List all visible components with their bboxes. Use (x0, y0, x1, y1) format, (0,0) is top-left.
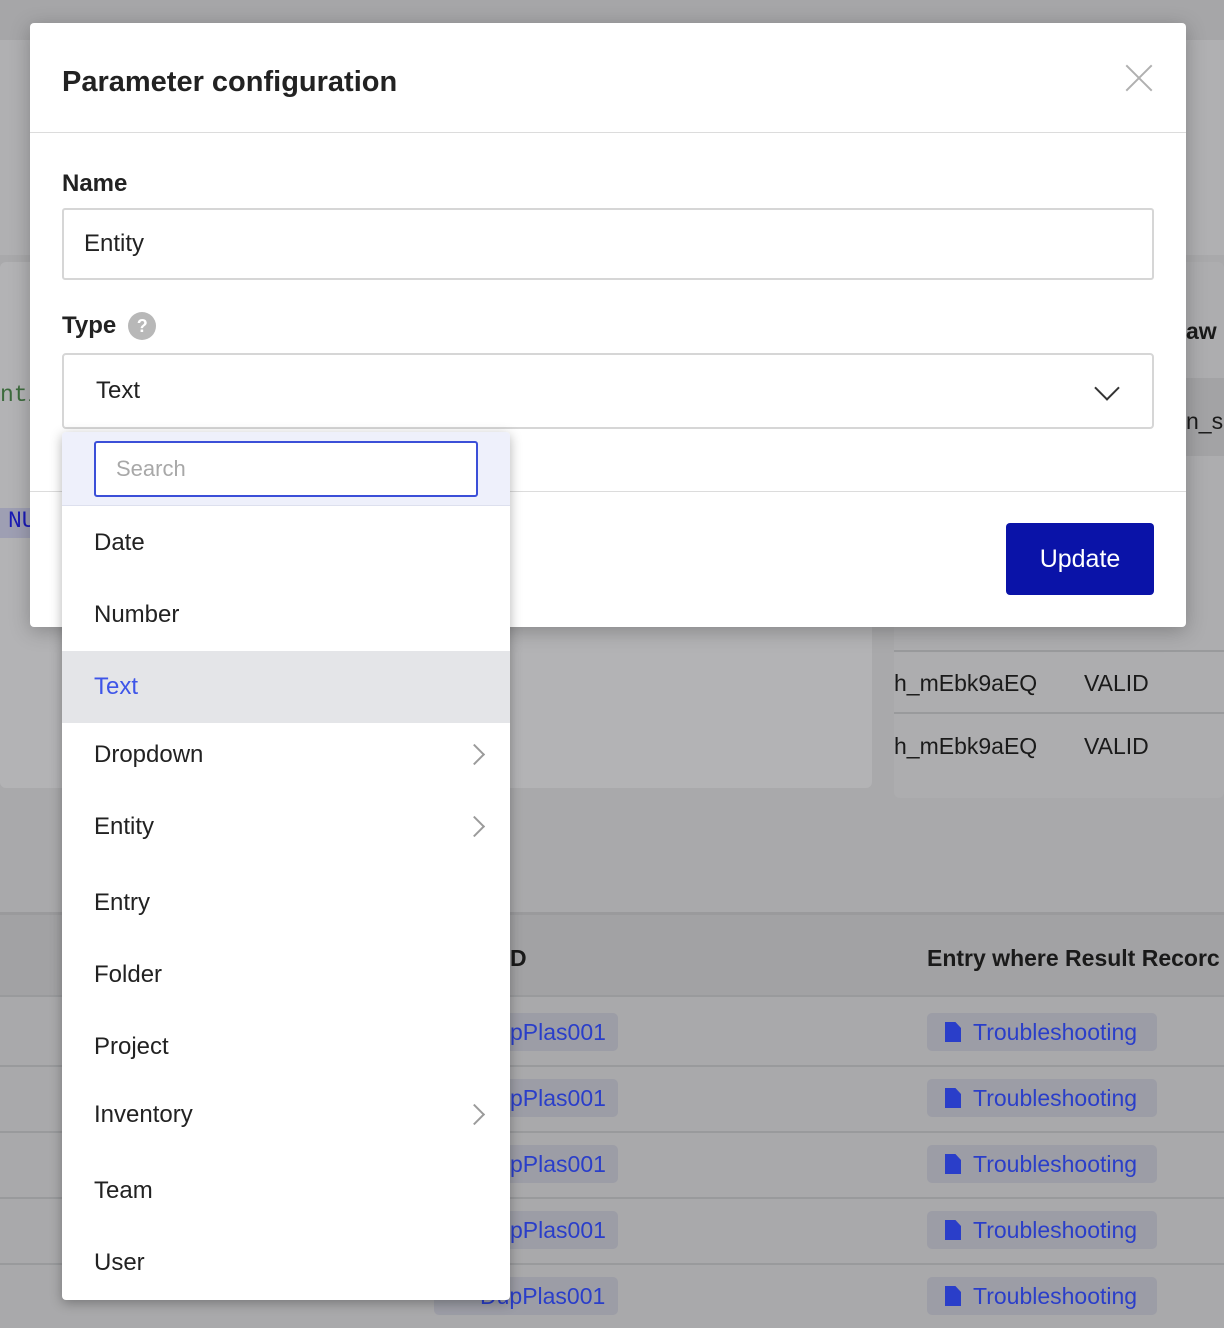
bg-entry-link: Troubleshooting (973, 1018, 1138, 1045)
option-label: Text (94, 673, 139, 700)
option-label: Folder (94, 961, 163, 988)
bg-entry-link: Troubleshooting (973, 1150, 1138, 1177)
help-icon[interactable]: ? (128, 312, 157, 340)
chevron-right-icon (463, 1103, 486, 1126)
update-button[interactable]: Update (1006, 523, 1154, 595)
bg-entry-link: Troubleshooting (973, 1216, 1138, 1243)
name-input[interactable] (62, 208, 1154, 280)
option-label: Date (94, 529, 145, 556)
chevron-right-icon (463, 743, 486, 766)
dropdown-option-team[interactable]: Team (62, 1155, 510, 1227)
dropdown-option-inventory[interactable]: Inventory (62, 1079, 510, 1151)
option-label: Entry (94, 889, 151, 916)
modal-title: Parameter configuration (62, 66, 398, 98)
bg-entry-chip: Troubleshooting (927, 1277, 1157, 1315)
type-label: Type (62, 312, 117, 339)
type-dropdown-menu: Date Number Text Dropdown Entity Entry F… (62, 432, 510, 1300)
dropdown-option-folder[interactable]: Folder (62, 939, 510, 1011)
bg-row-divider (894, 650, 1224, 652)
bg-entry-link: Troubleshooting (973, 1084, 1138, 1111)
close-icon[interactable] (1124, 63, 1154, 93)
bg-id-header-fragment: D (510, 945, 527, 971)
option-label: Dropdown (94, 741, 204, 768)
document-icon (945, 1154, 961, 1174)
dropdown-option-text[interactable]: Text (62, 651, 510, 723)
dropdown-option-project[interactable]: Project (62, 1011, 510, 1083)
name-label: Name (62, 170, 128, 197)
bg-row-id: h_mEbk9aEQ (894, 670, 1038, 696)
dropdown-option-entry[interactable]: Entry (62, 867, 510, 939)
document-icon (945, 1220, 961, 1240)
bg-cell-fragment: n_s (1186, 408, 1224, 434)
bg-entry-chip: Troubleshooting (927, 1013, 1157, 1051)
type-select[interactable]: Text (62, 353, 1154, 429)
dropdown-option-date[interactable]: Date (62, 507, 510, 579)
bg-entry-header: Entry where Result Recorc (927, 945, 1220, 971)
bg-entry-chip: Troubleshooting (927, 1211, 1157, 1249)
option-label: Project (94, 1033, 169, 1060)
bg-row-status: VALID (1084, 733, 1149, 759)
type-label-row: Type ? (62, 312, 157, 340)
chevron-down-icon (1094, 375, 1120, 401)
dropdown-option-dropdown[interactable]: Dropdown (62, 719, 510, 791)
bg-row-divider (894, 712, 1224, 714)
document-icon (945, 1022, 961, 1042)
bg-row-status: VALID (1084, 670, 1149, 696)
document-icon (945, 1088, 961, 1108)
option-label: Inventory (94, 1101, 193, 1128)
option-label: Team (94, 1177, 153, 1204)
bg-null-fragment: NU (0, 508, 36, 538)
dropdown-search-input[interactable] (94, 441, 478, 497)
bg-raw-header-fragment: aw (1186, 318, 1217, 344)
dropdown-search-area (62, 432, 510, 506)
dropdown-option-number[interactable]: Number (62, 579, 510, 651)
bg-entry-chip: Troubleshooting (927, 1145, 1157, 1183)
bg-entry-chip: Troubleshooting (927, 1079, 1157, 1117)
bg-row-id: h_mEbk9aEQ (894, 733, 1038, 759)
chevron-right-icon (463, 815, 486, 838)
option-label: Number (94, 601, 180, 628)
option-label: Entity (94, 813, 155, 840)
document-icon (945, 1286, 961, 1306)
bg-entry-link: Troubleshooting (973, 1282, 1138, 1309)
dropdown-option-user[interactable]: User (62, 1227, 510, 1299)
type-select-value: Text (96, 377, 141, 404)
modal-header: Parameter configuration (30, 23, 1186, 133)
option-label: User (94, 1249, 145, 1276)
dropdown-option-entity[interactable]: Entity (62, 791, 510, 863)
